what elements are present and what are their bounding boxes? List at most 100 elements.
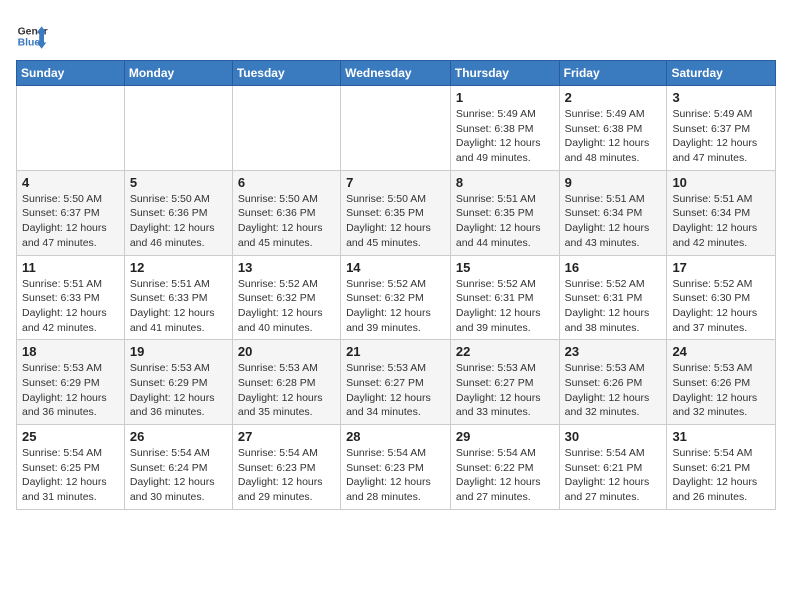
day-number: 26 [130,429,227,444]
day-number: 5 [130,175,227,190]
calendar-cell: 20 Sunrise: 5:53 AM Sunset: 6:28 PM Dayli… [232,340,340,425]
cell-text: Sunrise: 5:51 AM Sunset: 6:35 PM Dayligh… [456,192,554,251]
day-number: 2 [565,90,662,105]
day-number: 16 [565,260,662,275]
day-number: 8 [456,175,554,190]
day-number: 22 [456,344,554,359]
calendar-cell: 25Sunrise: 5:54 AM Sunset: 6:25 PM Dayli… [17,425,125,510]
day-number: 18 [22,344,119,359]
cell-text: Sunrise: 5:53 AM Sunset: 6:27 PM Dayligh… [456,361,554,420]
calendar-table: SundayMondayTuesdayWednesdayThursdayFrid… [16,60,776,510]
day-number: 13 [238,260,335,275]
weekday-monday: Monday [124,61,232,86]
day-number: 6 [238,175,335,190]
calendar-week-5: 25Sunrise: 5:54 AM Sunset: 6:25 PM Dayli… [17,425,776,510]
calendar-cell: 9 Sunrise: 5:51 AM Sunset: 6:34 PM Daylig… [559,170,667,255]
cell-text: Sunrise: 5:54 AM Sunset: 6:21 PM Dayligh… [565,446,662,505]
calendar-cell: 19 Sunrise: 5:53 AM Sunset: 6:29 PM Dayli… [124,340,232,425]
cell-text: Sunrise: 5:51 AM Sunset: 6:34 PM Dayligh… [565,192,662,251]
cell-text: Sunrise: 5:54 AM Sunset: 6:23 PM Dayligh… [238,446,335,505]
calendar-week-3: 11 Sunrise: 5:51 AM Sunset: 6:33 PM Dayli… [17,255,776,340]
logo-icon: General Blue [16,20,48,52]
page-header: General Blue [16,16,776,52]
cell-text: Sunrise: 5:53 AM Sunset: 6:29 PM Dayligh… [22,361,119,420]
day-number: 9 [565,175,662,190]
day-number: 1 [456,90,554,105]
cell-text: Sunrise: 5:50 AM Sunset: 6:36 PM Dayligh… [238,192,335,251]
weekday-saturday: Saturday [667,61,776,86]
calendar-cell: 21Sunrise: 5:53 AM Sunset: 6:27 PM Dayli… [341,340,451,425]
calendar-cell: 24Sunrise: 5:53 AM Sunset: 6:26 PM Dayli… [667,340,776,425]
calendar-cell: 29 Sunrise: 5:54 AM Sunset: 6:22 PM Dayli… [450,425,559,510]
cell-text: Sunrise: 5:53 AM Sunset: 6:26 PM Dayligh… [565,361,662,420]
calendar-week-4: 18 Sunrise: 5:53 AM Sunset: 6:29 PM Dayli… [17,340,776,425]
cell-text: Sunrise: 5:51 AM Sunset: 6:33 PM Dayligh… [130,277,227,336]
day-number: 20 [238,344,335,359]
cell-text: Sunrise: 5:54 AM Sunset: 6:22 PM Dayligh… [456,446,554,505]
calendar-cell: 11 Sunrise: 5:51 AM Sunset: 6:33 PM Dayli… [17,255,125,340]
cell-text: Sunrise: 5:50 AM Sunset: 6:35 PM Dayligh… [346,192,445,251]
day-number: 23 [565,344,662,359]
day-number: 3 [672,90,770,105]
cell-text: Sunrise: 5:52 AM Sunset: 6:31 PM Dayligh… [456,277,554,336]
calendar-cell: 14 Sunrise: 5:52 AM Sunset: 6:32 PM Dayli… [341,255,451,340]
calendar-cell: 10Sunrise: 5:51 AM Sunset: 6:34 PM Dayli… [667,170,776,255]
calendar-cell: 2 Sunrise: 5:49 AM Sunset: 6:38 PM Daylig… [559,86,667,171]
calendar-cell [232,86,340,171]
calendar-cell [124,86,232,171]
day-number: 31 [672,429,770,444]
day-number: 29 [456,429,554,444]
cell-text: Sunrise: 5:53 AM Sunset: 6:29 PM Dayligh… [130,361,227,420]
calendar-cell: 23 Sunrise: 5:53 AM Sunset: 6:26 PM Dayli… [559,340,667,425]
weekday-sunday: Sunday [17,61,125,86]
calendar-cell: 27 Sunrise: 5:54 AM Sunset: 6:23 PM Dayli… [232,425,340,510]
logo: General Blue [16,20,48,52]
calendar-cell: 30 Sunrise: 5:54 AM Sunset: 6:21 PM Dayli… [559,425,667,510]
day-number: 11 [22,260,119,275]
cell-text: Sunrise: 5:52 AM Sunset: 6:32 PM Dayligh… [346,277,445,336]
svg-text:Blue: Blue [18,38,41,49]
cell-text: Sunrise: 5:49 AM Sunset: 6:37 PM Dayligh… [672,107,770,166]
calendar-cell: 31 Sunrise: 5:54 AM Sunset: 6:21 PM Dayli… [667,425,776,510]
day-number: 15 [456,260,554,275]
calendar-cell: 15 Sunrise: 5:52 AM Sunset: 6:31 PM Dayli… [450,255,559,340]
weekday-thursday: Thursday [450,61,559,86]
cell-text: Sunrise: 5:51 AM Sunset: 6:34 PM Dayligh… [672,192,770,251]
calendar-cell: 8 Sunrise: 5:51 AM Sunset: 6:35 PM Daylig… [450,170,559,255]
cell-text: Sunrise: 5:51 AM Sunset: 6:33 PM Dayligh… [22,277,119,336]
calendar-cell: 22 Sunrise: 5:53 AM Sunset: 6:27 PM Dayli… [450,340,559,425]
calendar-cell: 16 Sunrise: 5:52 AM Sunset: 6:31 PM Dayli… [559,255,667,340]
cell-text: Sunrise: 5:52 AM Sunset: 6:32 PM Dayligh… [238,277,335,336]
calendar-cell: 7 Sunrise: 5:50 AM Sunset: 6:35 PM Daylig… [341,170,451,255]
day-number: 27 [238,429,335,444]
weekday-header-row: SundayMondayTuesdayWednesdayThursdayFrid… [17,61,776,86]
cell-text: Sunrise: 5:50 AM Sunset: 6:36 PM Dayligh… [130,192,227,251]
calendar-cell: 5 Sunrise: 5:50 AM Sunset: 6:36 PM Daylig… [124,170,232,255]
calendar-cell: 18 Sunrise: 5:53 AM Sunset: 6:29 PM Dayli… [17,340,125,425]
day-number: 12 [130,260,227,275]
calendar-cell [17,86,125,171]
calendar-cell: 28Sunrise: 5:54 AM Sunset: 6:23 PM Dayli… [341,425,451,510]
day-number: 25 [22,429,119,444]
day-number: 17 [672,260,770,275]
weekday-friday: Friday [559,61,667,86]
weekday-wednesday: Wednesday [341,61,451,86]
cell-text: Sunrise: 5:53 AM Sunset: 6:28 PM Dayligh… [238,361,335,420]
cell-text: Sunrise: 5:50 AM Sunset: 6:37 PM Dayligh… [22,192,119,251]
day-number: 14 [346,260,445,275]
calendar-cell: 6 Sunrise: 5:50 AM Sunset: 6:36 PM Daylig… [232,170,340,255]
calendar-cell: 4 Sunrise: 5:50 AM Sunset: 6:37 PM Daylig… [17,170,125,255]
day-number: 28 [346,429,445,444]
weekday-tuesday: Tuesday [232,61,340,86]
calendar-cell [341,86,451,171]
day-number: 30 [565,429,662,444]
cell-text: Sunrise: 5:52 AM Sunset: 6:31 PM Dayligh… [565,277,662,336]
calendar-cell: 13 Sunrise: 5:52 AM Sunset: 6:32 PM Dayli… [232,255,340,340]
calendar-cell: 12 Sunrise: 5:51 AM Sunset: 6:33 PM Dayli… [124,255,232,340]
day-number: 4 [22,175,119,190]
cell-text: Sunrise: 5:49 AM Sunset: 6:38 PM Dayligh… [565,107,662,166]
day-number: 7 [346,175,445,190]
cell-text: Sunrise: 5:54 AM Sunset: 6:21 PM Dayligh… [672,446,770,505]
calendar-cell: 17Sunrise: 5:52 AM Sunset: 6:30 PM Dayli… [667,255,776,340]
day-number: 19 [130,344,227,359]
